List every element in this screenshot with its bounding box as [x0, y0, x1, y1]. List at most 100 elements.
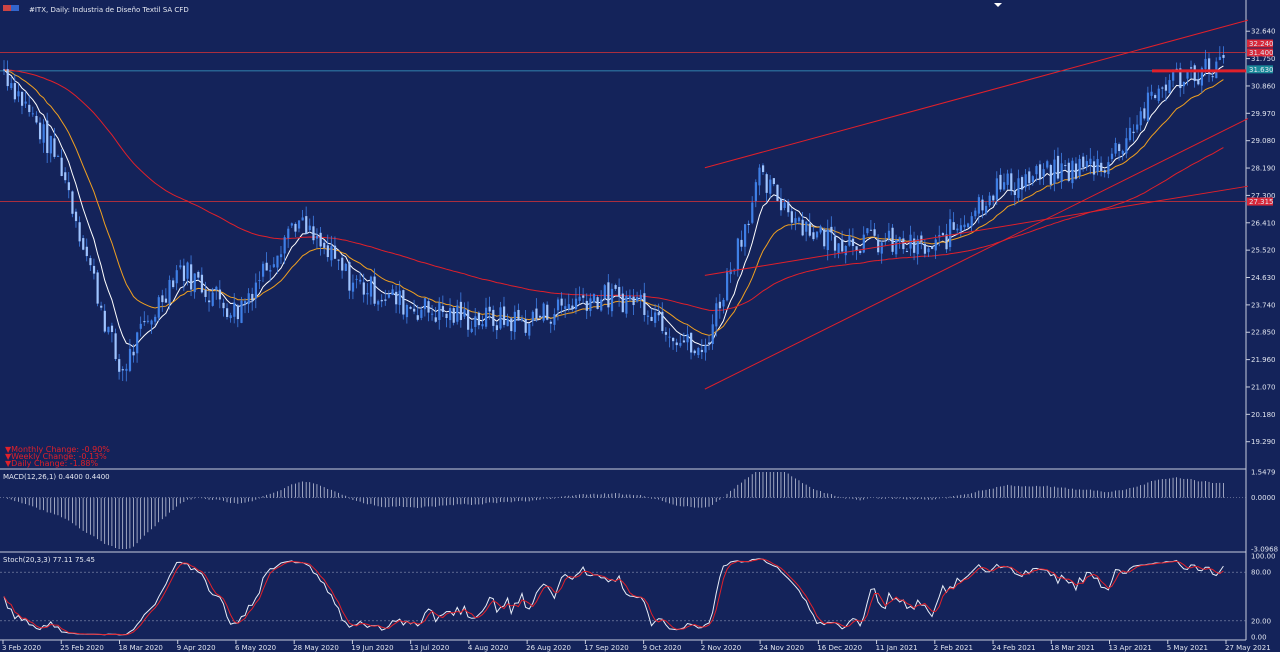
- candle-body: [887, 230, 891, 239]
- candle-body: [614, 285, 617, 289]
- candle-body: [895, 240, 898, 255]
- time-tick-label: 18 Mar 2021: [1050, 644, 1094, 652]
- candle-body: [963, 224, 966, 228]
- candle-body: [132, 351, 135, 356]
- candle-body: [186, 262, 189, 279]
- candle-body: [844, 245, 847, 256]
- candle-body: [718, 301, 722, 309]
- candle-body: [1071, 160, 1074, 184]
- price-tick-label: 21.070: [1251, 383, 1276, 391]
- stoch-tick-label: 80.00: [1251, 569, 1271, 577]
- candle-body: [794, 218, 797, 224]
- candle-body: [31, 113, 34, 115]
- candle-body: [851, 238, 855, 247]
- candle-body: [841, 239, 844, 252]
- candle-body: [837, 243, 840, 254]
- candle-body: [161, 295, 164, 303]
- candle-body: [884, 240, 887, 242]
- candle-body: [981, 199, 984, 211]
- candle-body: [236, 305, 240, 320]
- price-tick-label: 25.520: [1251, 247, 1276, 255]
- candle-body: [967, 223, 970, 228]
- candle-body: [359, 279, 362, 282]
- candle-body: [945, 234, 948, 250]
- candle-body: [722, 299, 725, 307]
- candle-body: [182, 265, 186, 282]
- candle-body: [1132, 131, 1135, 134]
- price-tick-label: 30.860: [1251, 82, 1276, 90]
- candle-body: [546, 304, 549, 320]
- candle-body: [449, 308, 452, 321]
- candle-body: [1006, 173, 1009, 185]
- candle-body: [618, 286, 621, 297]
- candle-body: [535, 308, 538, 319]
- candle-body: [74, 211, 78, 222]
- candle-body: [992, 195, 995, 201]
- candle-body: [974, 210, 977, 217]
- candle-body: [1085, 161, 1088, 168]
- candle-body: [193, 273, 196, 293]
- symbol-flag-icon: [3, 5, 11, 11]
- candle-body: [574, 298, 578, 310]
- candle-body: [560, 298, 563, 306]
- candle-body: [1190, 67, 1193, 69]
- candle-body: [1154, 95, 1157, 99]
- candle-body: [1136, 124, 1139, 130]
- candle-body: [776, 184, 779, 201]
- candle-body: [168, 279, 171, 304]
- candle-body: [610, 288, 614, 312]
- candle-body: [164, 298, 168, 303]
- price-tick-label: 29.970: [1251, 110, 1276, 118]
- candle-body: [984, 205, 988, 214]
- candle-body: [405, 305, 409, 318]
- candle-body: [431, 313, 434, 315]
- candle-body: [287, 228, 290, 239]
- candle-body: [1010, 173, 1013, 191]
- price-tick-label: 22.850: [1251, 329, 1276, 337]
- candle-body: [1024, 174, 1027, 188]
- trading-chart[interactable]: #ITX, Daily: Industria de Diseño Textil …: [0, 0, 1280, 652]
- candle-body: [812, 232, 815, 240]
- candle-body: [661, 311, 664, 331]
- candle-body: [348, 262, 351, 291]
- candle-body: [621, 293, 624, 313]
- candle-body: [1107, 162, 1110, 175]
- candle-body: [413, 308, 416, 312]
- candle-body: [592, 294, 596, 303]
- time-tick-label: 19 Jun 2020: [351, 644, 393, 652]
- candle-body: [564, 306, 567, 310]
- stoch-title: Stoch(20,3,3) 77.11 75.45: [3, 556, 95, 564]
- candle-body: [269, 270, 272, 272]
- time-tick-label: 2 Feb 2021: [934, 644, 973, 652]
- candle-body: [312, 226, 315, 241]
- candle-body: [711, 324, 714, 345]
- candle-body: [650, 316, 653, 322]
- candle-body: [1118, 144, 1121, 152]
- candle-body: [64, 172, 67, 181]
- candle-body: [495, 325, 498, 331]
- time-tick-label: 16 Dec 2020: [817, 644, 862, 652]
- candle-body: [154, 316, 157, 322]
- candle-body: [956, 228, 959, 231]
- candle-body: [423, 298, 427, 310]
- candle-body: [952, 222, 955, 230]
- candle-body: [344, 263, 347, 271]
- candle-body: [35, 115, 38, 123]
- candle-body: [146, 320, 150, 322]
- candle-body: [1139, 111, 1142, 126]
- candle-body: [218, 289, 222, 300]
- candle-body: [488, 306, 491, 312]
- candle-body: [441, 306, 445, 312]
- candle-body: [71, 191, 74, 214]
- candle-body: [261, 263, 265, 277]
- candle-body: [272, 264, 275, 268]
- candle-body: [1082, 156, 1085, 168]
- candle-body: [805, 221, 808, 232]
- candle-body: [905, 251, 909, 253]
- candle-body: [510, 318, 513, 332]
- candle-body: [873, 229, 876, 236]
- candle-body: [664, 332, 668, 335]
- candle-body: [373, 276, 376, 304]
- candle-body: [571, 305, 574, 310]
- candle-body: [1053, 159, 1056, 184]
